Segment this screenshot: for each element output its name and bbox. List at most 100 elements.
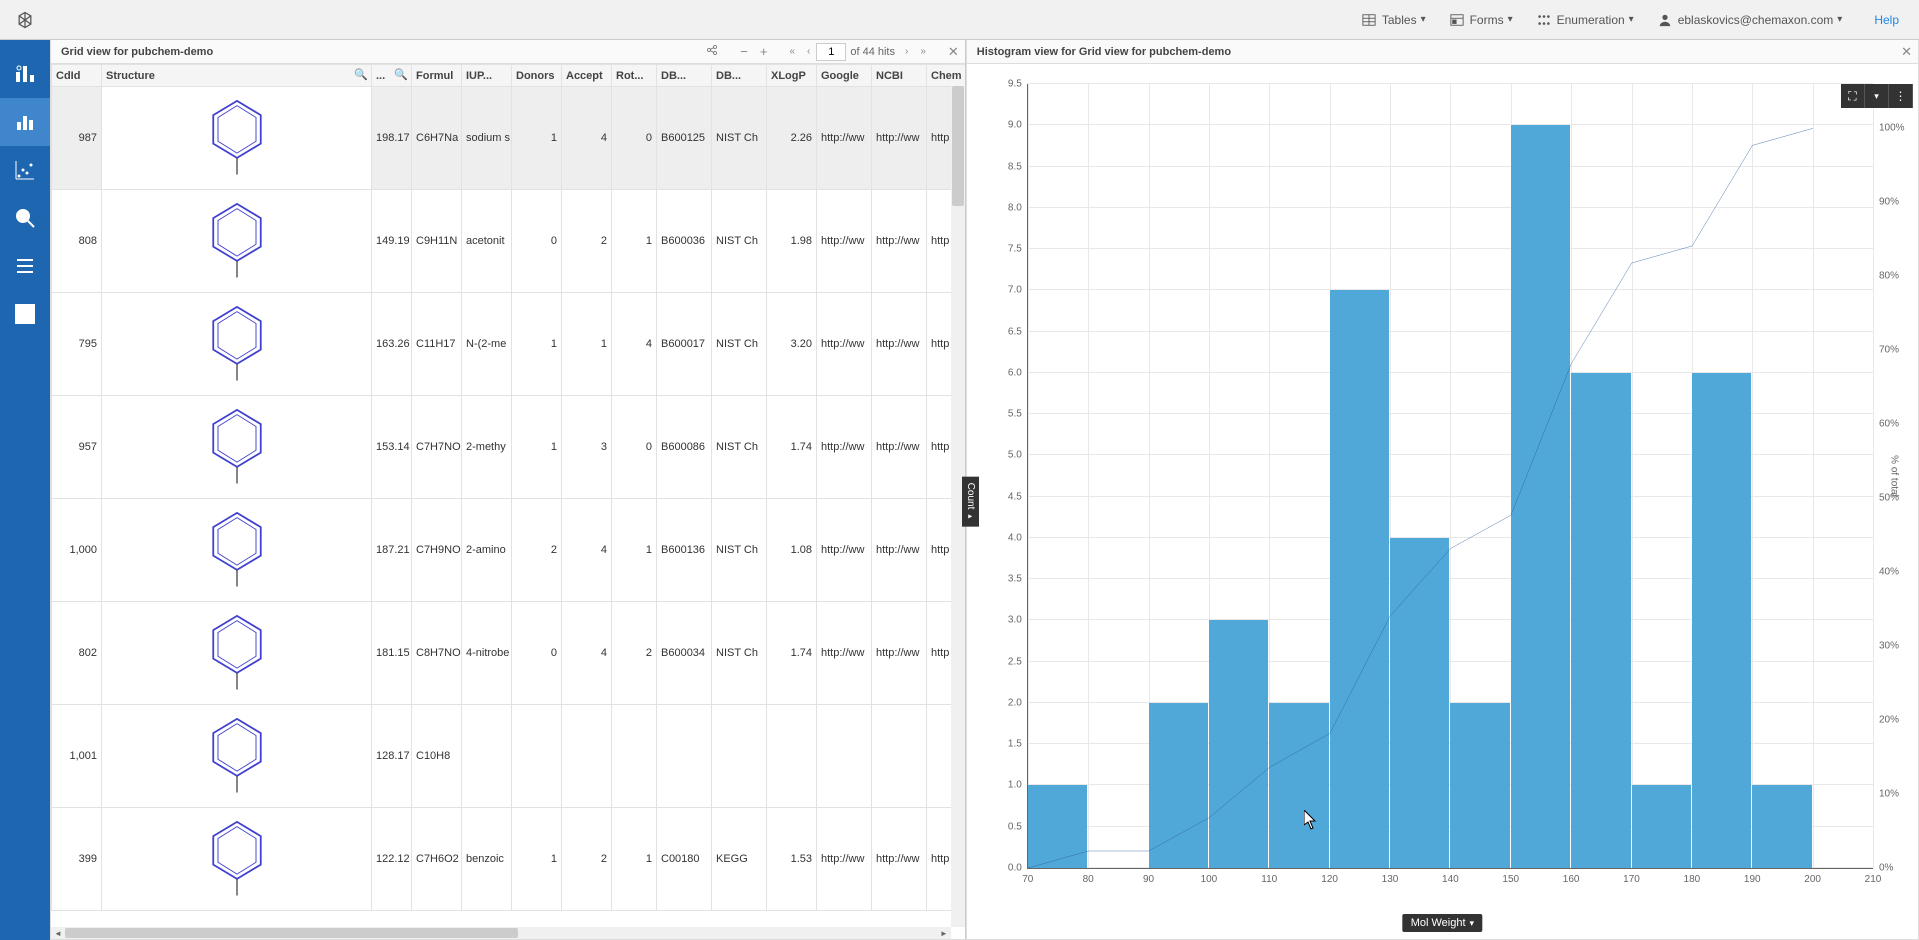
menu-user[interactable]: eblaskovics@chemaxon.com▾ — [1646, 0, 1855, 39]
y-tick-label: 6.0 — [1008, 367, 1022, 378]
table-header-row: CdId Structure🔍 ...🔍 Formul IUP... Donor… — [52, 65, 965, 87]
cell-donors: 2 — [512, 499, 562, 602]
cell-donors: 0 — [512, 190, 562, 293]
cell-rotatable: 0 — [612, 396, 657, 499]
col-blank[interactable]: ...🔍 — [372, 65, 412, 87]
col-cdid[interactable]: CdId — [52, 65, 102, 87]
y2-tick-label: 30% — [1879, 641, 1899, 652]
cell-structure[interactable] — [102, 293, 372, 396]
col-structure[interactable]: Structure🔍 — [102, 65, 372, 87]
histogram-bar[interactable] — [1450, 703, 1509, 868]
menu-tables[interactable]: Tables▾ — [1350, 0, 1438, 39]
cell-xlogp: 1.53 — [767, 808, 817, 911]
cell-acceptors: 4 — [562, 499, 612, 602]
search-icon[interactable]: 🔍 — [354, 68, 368, 81]
histogram-bar[interactable] — [1571, 373, 1630, 868]
hist-close-button[interactable]: ✕ — [1895, 44, 1918, 60]
page-input[interactable] — [816, 43, 846, 61]
cell-structure[interactable] — [102, 190, 372, 293]
y-axis-label[interactable]: Count▸ — [962, 476, 979, 527]
histogram-bar[interactable] — [1632, 785, 1691, 868]
chart-menu[interactable]: ⋮ — [1889, 84, 1913, 108]
chart-dropdown[interactable]: ▾ — [1865, 84, 1889, 108]
col-db1[interactable]: DB... — [657, 65, 712, 87]
x-tick-label: 140 — [1442, 874, 1459, 885]
col-chem[interactable]: Chem — [927, 65, 965, 87]
chart-select-tool[interactable]: ⛶ — [1841, 84, 1865, 108]
search-icon[interactable]: 🔍 — [394, 68, 408, 81]
histogram-bar[interactable] — [1269, 703, 1328, 868]
col-formula[interactable]: Formul — [412, 65, 462, 87]
cell-formula: C7H7NO — [412, 396, 462, 499]
y2-tick-label: 100% — [1879, 123, 1905, 134]
col-db2[interactable]: DB... — [712, 65, 767, 87]
histogram-bar[interactable] — [1028, 785, 1087, 868]
cell-structure[interactable] — [102, 602, 372, 705]
sidebar-item-list[interactable] — [0, 242, 50, 290]
histogram-bar[interactable] — [1511, 125, 1570, 868]
cell-structure[interactable] — [102, 808, 372, 911]
chart-area[interactable]: % of total 70809010011012013014015016017… — [1027, 84, 1873, 869]
cell-rotatable — [612, 705, 657, 808]
cell-ncbi: http://ww — [872, 499, 927, 602]
y2-tick-label: 90% — [1879, 197, 1899, 208]
table-row[interactable]: 795163.26C11H17N-(2-me114B600017NIST Ch3… — [52, 293, 965, 396]
horizontal-scrollbar[interactable]: ◄ ► — [51, 927, 951, 939]
table-row[interactable]: 957153.14C7H7NO2-methy130B600086NIST Ch1… — [52, 396, 965, 499]
histogram-bar[interactable] — [1149, 703, 1208, 868]
table-row[interactable]: 987198.17C6H7Nasodium s140B600125NIST Ch… — [52, 87, 965, 190]
histogram-bar[interactable] — [1209, 620, 1268, 868]
sidebar-item-histogram[interactable] — [0, 98, 50, 146]
col-donors[interactable]: Donors — [512, 65, 562, 87]
next-page-button[interactable]: › — [899, 46, 914, 57]
col-google[interactable]: Google — [817, 65, 872, 87]
cell-structure[interactable] — [102, 396, 372, 499]
col-acceptors[interactable]: Accept — [562, 65, 612, 87]
menu-forms[interactable]: Forms▾ — [1438, 0, 1525, 39]
chart-toolbar: ⛶ ▾ ⋮ — [1841, 84, 1913, 108]
table-row[interactable]: 802181.15C8H7NO4-nitrobe042B600034NIST C… — [52, 602, 965, 705]
x-tick-label: 70 — [1022, 874, 1033, 885]
col-iupac[interactable]: IUP... — [462, 65, 512, 87]
histogram-bar[interactable] — [1390, 538, 1449, 868]
col-xlogp[interactable]: XLogP — [767, 65, 817, 87]
table-row[interactable]: 399122.12C7H6O2benzoic121C00180KEGG1.53h… — [52, 808, 965, 911]
cell-google: http://ww — [817, 87, 872, 190]
col-rotatable[interactable]: Rot... — [612, 65, 657, 87]
scroll-right-arrow[interactable]: ► — [937, 927, 951, 939]
table-row[interactable]: 1,000187.21C7H9NO2-amino241B600136NIST C… — [52, 499, 965, 602]
x-tick-label: 130 — [1382, 874, 1399, 885]
sidebar-item-search[interactable] — [0, 194, 50, 242]
first-page-button[interactable]: « — [783, 46, 801, 57]
grid-close-button[interactable]: ✕ — [942, 44, 965, 60]
x-axis-label[interactable]: Mol Weight▾ — [1403, 914, 1482, 932]
histogram-bar[interactable] — [1752, 785, 1811, 868]
cell-structure[interactable] — [102, 705, 372, 808]
last-page-button[interactable]: » — [914, 46, 932, 57]
cell-formula: C6H7Na — [412, 87, 462, 190]
zoom-out-button[interactable]: − — [734, 44, 754, 59]
cell-structure[interactable] — [102, 499, 372, 602]
col-ncbi[interactable]: NCBI — [872, 65, 927, 87]
help-link[interactable]: Help — [1854, 0, 1919, 39]
scroll-left-arrow[interactable]: ◄ — [51, 927, 65, 939]
y2-axis-label: % of total — [1889, 455, 1900, 497]
table-row[interactable]: 1,001128.17C10H8 — [52, 705, 965, 808]
x-tick-label: 90 — [1143, 874, 1154, 885]
y-tick-label: 5.0 — [1008, 450, 1022, 461]
y-tick-label: 1.0 — [1008, 780, 1022, 791]
menu-enumeration[interactable]: Enumeration▾ — [1525, 0, 1646, 39]
table-row[interactable]: 808149.19C9H11Nacetonit021B600036NIST Ch… — [52, 190, 965, 293]
x-tick-label: 160 — [1563, 874, 1580, 885]
cell-structure[interactable] — [102, 87, 372, 190]
y-tick-label: 4.0 — [1008, 532, 1022, 543]
histogram-bar[interactable] — [1330, 290, 1389, 868]
zoom-in-button[interactable]: + — [754, 44, 774, 59]
histogram-bar[interactable] — [1692, 373, 1751, 868]
sidebar-item-dashboard[interactable] — [0, 50, 50, 98]
cell-rotatable: 4 — [612, 293, 657, 396]
share-icon[interactable] — [700, 44, 724, 59]
sidebar-item-scatter[interactable] — [0, 146, 50, 194]
sidebar-item-network[interactable] — [0, 290, 50, 338]
prev-page-button[interactable]: ‹ — [801, 46, 816, 57]
